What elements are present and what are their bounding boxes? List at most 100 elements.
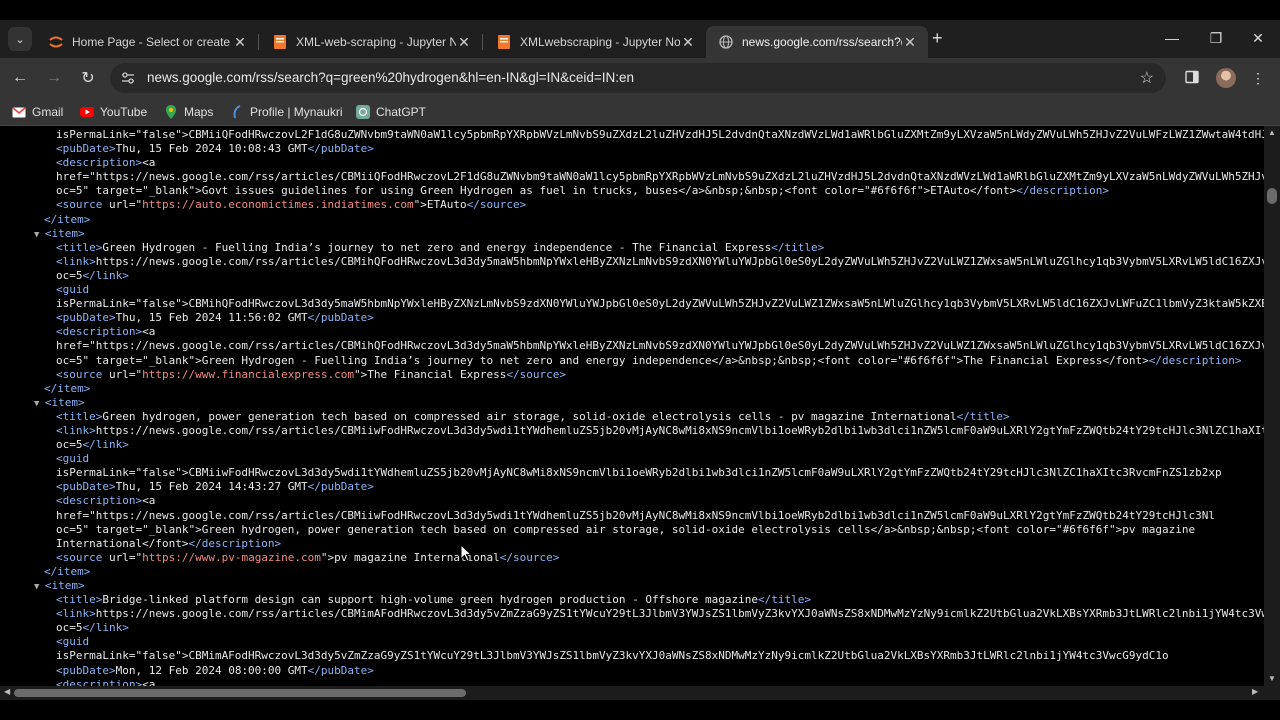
horizontal-scroll-thumb[interactable] (14, 689, 466, 697)
site-settings-icon[interactable] (120, 70, 136, 86)
xml-tag: </title> (758, 593, 811, 607)
xml-line: </item> (0, 565, 1264, 579)
xml-text: <a (142, 677, 156, 686)
xml-line: oc=5" target="_blank">Green Hydrogen - F… (0, 354, 1264, 368)
xml-line: href="https://news.google.com/rss/articl… (0, 170, 1264, 184)
xml-attr-value[interactable]: https://auto.economictimes.indiatimes.co… (142, 198, 414, 211)
xml-line: href="https://news.google.com/rss/articl… (0, 339, 1264, 353)
xml-tag: </pubDate> (307, 142, 374, 156)
xml-text: Thu, 15 Feb 2024 10:08:43 GMT (115, 142, 308, 156)
bookmark-maps[interactable]: Maps (164, 104, 213, 120)
xml-text: "> (320, 550, 335, 564)
xml-line: <title>Bridge-linked platform design can… (0, 593, 1264, 607)
avatar[interactable] (1216, 68, 1236, 88)
xml-tag: <source (56, 550, 109, 564)
xml-line: oc=5" target="_blank">Green hydrogen, po… (0, 523, 1264, 537)
close-icon[interactable]: ✕ (680, 34, 696, 51)
xml-line: <pubDate>Thu, 15 Feb 2024 10:08:43 GMT</… (0, 142, 1264, 156)
menu-button[interactable]: ⋮ (1246, 66, 1270, 90)
xml-text: oc=5" target="_blank">Govt issues guidel… (56, 184, 1017, 198)
xml-line: <guid (0, 283, 1264, 297)
close-icon: ✕ (1252, 29, 1264, 46)
xml-tag: </pubDate> (307, 480, 374, 494)
xml-tag: <item> (44, 226, 85, 240)
reload-button[interactable]: ↻ (76, 66, 100, 90)
xml-text: https://news.google.com/rss/articles/CBM… (95, 607, 1264, 621)
xml-line: <guid (0, 452, 1264, 466)
xml-tag: <pubDate> (56, 663, 116, 677)
side-panel-button[interactable] (1180, 66, 1204, 90)
xml-tag: <link> (56, 423, 96, 437)
back-button[interactable]: ← (8, 66, 32, 90)
xml-text: oc=5 (56, 268, 83, 282)
tab-title: XMLwebscraping - Jupyter Note (520, 35, 680, 49)
arrow-right-icon: → (46, 69, 62, 86)
xml-text: oc=5 (56, 438, 83, 452)
xml-text: https://news.google.com/rss/articles/CBM… (95, 254, 1264, 268)
tab-title: Home Page - Select or create a (72, 35, 232, 49)
collapse-triangle-icon[interactable]: ▼ (34, 230, 45, 240)
tab-xml-web-scraping[interactable]: XML-web-scraping - Jupyter Nc ✕ (260, 26, 482, 58)
vertical-scrollbar[interactable]: ▲ ▼ (1264, 126, 1280, 686)
scroll-down-icon[interactable]: ▼ (1267, 674, 1277, 683)
tab-home-page[interactable]: Home Page - Select or create a ✕ (36, 26, 258, 58)
scroll-left-icon[interactable]: ◀ (4, 687, 10, 696)
xml-text: href="https://news.google.com/rss/articl… (56, 508, 1215, 522)
xml-text: Thu, 15 Feb 2024 14:43:27 GMT (115, 480, 308, 494)
url-text[interactable]: news.google.com/rss/search?q=green%20hyd… (147, 70, 634, 85)
xml-line: <description><a (0, 494, 1264, 508)
xml-line: <pubDate>Mon, 12 Feb 2024 08:00:00 GMT</… (0, 664, 1264, 678)
reload-icon: ↻ (81, 70, 95, 87)
xml-document: isPermaLink="false">CBMiiQFodHRwczovL2F1… (0, 128, 1264, 686)
xml-line: <pubDate>Thu, 15 Feb 2024 11:56:02 GMT</… (0, 311, 1264, 325)
xml-tag: </item> (44, 212, 91, 226)
restore-button[interactable]: ❐ (1194, 20, 1238, 56)
xml-tag: </description> (1016, 184, 1109, 198)
xml-line: oc=5</link> (0, 269, 1264, 283)
close-icon[interactable]: ✕ (456, 34, 472, 51)
bookmark-mynaukri[interactable]: Profile | Mynaukri (230, 104, 342, 120)
xml-attr-value[interactable]: https://www.pv-magazine.com (142, 551, 321, 564)
bookmark-label: ChatGPT (376, 105, 427, 119)
xml-line: <pubDate>Thu, 15 Feb 2024 14:43:27 GMT</… (0, 480, 1264, 494)
new-tab-button[interactable]: + (932, 28, 943, 49)
bookmark-youtube[interactable]: YouTube (80, 104, 147, 120)
close-icon[interactable]: ✕ (902, 34, 918, 51)
collapse-triangle-icon[interactable]: ▼ (34, 582, 45, 592)
tab-xmlwebscraping[interactable]: XMLwebscraping - Jupyter Note ✕ (484, 26, 706, 58)
bookmark-star-icon[interactable]: ☆ (1140, 68, 1154, 88)
arrow-left-icon: ← (12, 69, 28, 86)
vertical-scroll-thumb[interactable] (1267, 188, 1277, 204)
xml-line: </item> (0, 382, 1264, 396)
xml-tag: <guid (56, 283, 90, 297)
bookmark-chatgpt[interactable]: ChatGPT (356, 104, 426, 120)
xml-tag: </source> (499, 550, 560, 564)
minimize-button[interactable]: — (1150, 20, 1194, 56)
xml-text: oc=5" target="_blank">Green hydrogen, po… (56, 522, 1196, 536)
close-icon[interactable]: ✕ (232, 34, 248, 51)
xml-line: oc=5</link> (0, 621, 1264, 635)
jupyter-notebook-icon (496, 34, 512, 50)
tab-news-google-rss[interactable]: news.google.com/rss/search?q ✕ (706, 26, 928, 58)
address-bar[interactable]: news.google.com/rss/search?q=green%20hyd… (110, 63, 1166, 93)
forward-button[interactable]: → (42, 66, 66, 90)
xml-text: "> (354, 367, 368, 381)
horizontal-scrollbar[interactable]: ◀ ▶ (0, 686, 1264, 700)
scroll-up-icon[interactable]: ▲ (1267, 128, 1277, 137)
tab-search-button[interactable]: ⌄ (8, 27, 32, 51)
xml-attr-value[interactable]: https://www.financialexpress.com (142, 368, 354, 381)
xml-text: <a (142, 494, 156, 508)
bookmark-label: Maps (184, 105, 214, 119)
xml-text: Green hydrogen, power generation tech ba… (102, 409, 957, 423)
xml-text: isPermaLink="false">CBMiiQFodHRwczovL2F1… (56, 128, 1264, 141)
collapse-triangle-icon[interactable]: ▼ (34, 399, 45, 409)
xml-tag: <pubDate> (56, 311, 116, 325)
xml-tag: </item> (44, 381, 91, 395)
close-window-button[interactable]: ✕ (1236, 20, 1280, 56)
xml-text: Mon, 12 Feb 2024 08:00:00 GMT (115, 663, 308, 677)
xml-text: International</font> (56, 536, 189, 550)
scroll-right-icon[interactable]: ▶ (1252, 687, 1258, 696)
xml-text: ETAuto (426, 198, 467, 212)
bookmark-gmail[interactable]: Gmail (12, 104, 63, 120)
xml-tag: <description> (56, 156, 143, 170)
